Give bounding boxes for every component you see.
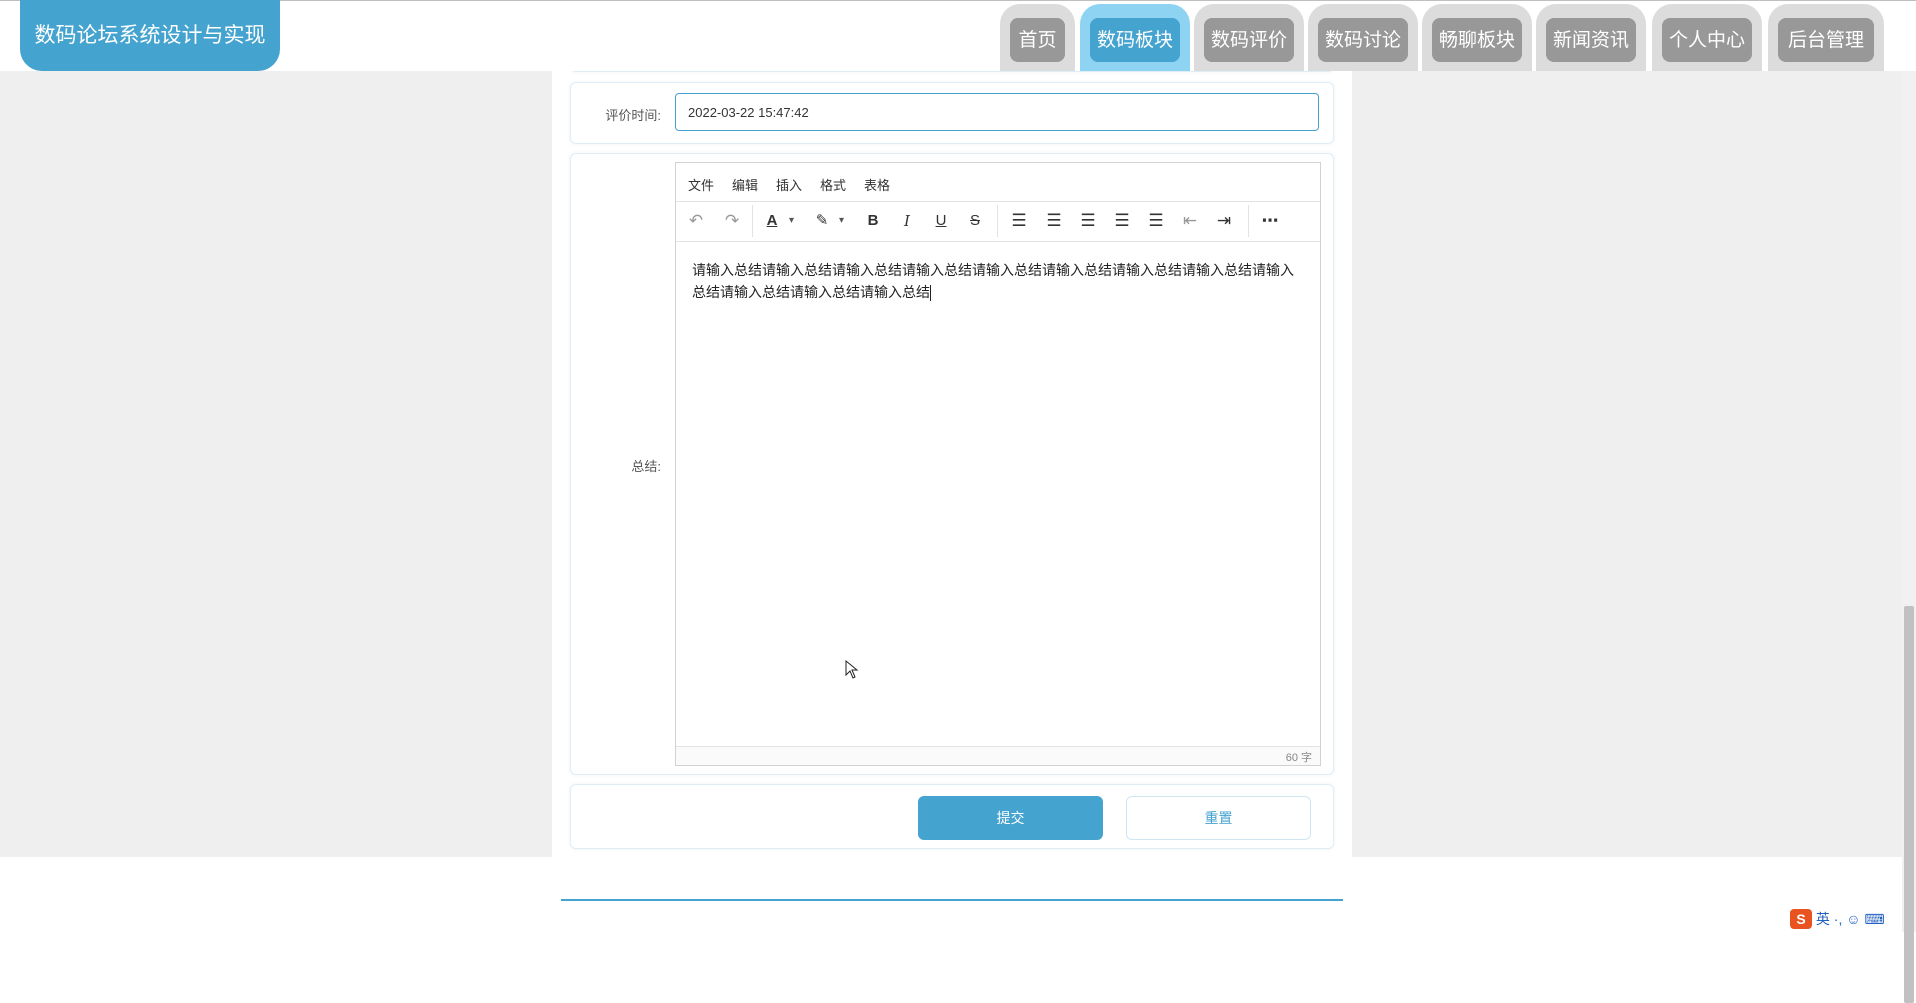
nav-home[interactable]: 首页 (1000, 4, 1075, 71)
chevron-down-icon[interactable]: ▾ (789, 209, 794, 233)
review-time-input[interactable]: 2022-03-22 15:47:42 (675, 93, 1319, 131)
nav-personal-center[interactable]: 个人中心 (1652, 4, 1762, 71)
toolbar-divider (1248, 205, 1249, 237)
italic-icon[interactable]: I (895, 209, 919, 233)
editor-content-area[interactable]: 请输入总结请输入总结请输入总结请输入总结请输入总结请输入总结请输入总结请输入总结… (692, 259, 1306, 303)
indent-icon[interactable]: ⇥ (1212, 209, 1236, 233)
nav-label: 数码评价 (1204, 18, 1294, 62)
footer-divider (561, 899, 1343, 901)
menu-edit[interactable]: 编辑 (732, 175, 758, 194)
align-left-icon[interactable]: ☰ (1042, 209, 1066, 233)
align-center-icon[interactable]: ☰ (1076, 209, 1100, 233)
nav-chat-board[interactable]: 畅聊板块 (1422, 4, 1532, 71)
ime-status: 英 ·, ☺ ⌨ (1815, 911, 1885, 927)
nav-label: 畅聊板块 (1432, 18, 1522, 62)
text-color-icon[interactable]: A (760, 209, 784, 233)
ime-indicator: S 英 ·, ☺ ⌨ (1790, 909, 1885, 931)
undo-icon[interactable]: ↶ (684, 209, 708, 233)
editor-statusbar: 60 字 (676, 746, 1320, 765)
top-border (0, 0, 1916, 1)
menu-format[interactable]: 格式 (820, 175, 846, 194)
summary-label: 总结: (631, 459, 661, 474)
redo-icon[interactable]: ↷ (720, 209, 744, 233)
underline-icon[interactable]: U (929, 209, 953, 233)
rich-text-editor: 文件 编辑 插入 格式 表格 ↶ ↷ A ▾ ✎ ▾ B I U S ☰ ☰ ☰… (675, 162, 1321, 766)
review-time-row: 评价时间: 2022-03-22 15:47:42 (570, 82, 1334, 144)
align-justify-icon[interactable]: ☰ (1144, 209, 1168, 233)
nav-label: 后台管理 (1778, 18, 1874, 62)
nav-digital-review[interactable]: 数码评价 (1194, 4, 1304, 71)
nav-digital-board[interactable]: 数码板块 (1080, 4, 1190, 71)
editor-content: 请输入总结请输入总结请输入总结请输入总结请输入总结请输入总结请输入总结请输入总结… (692, 262, 1294, 300)
review-time-label: 评价时间: (605, 108, 661, 123)
page-scrollbar[interactable] (1902, 71, 1916, 1003)
menu-table[interactable]: 表格 (864, 175, 890, 194)
form-actions: 提交 重置 (570, 784, 1334, 849)
menu-insert[interactable]: 插入 (776, 175, 802, 194)
nav-digital-discussion[interactable]: 数码讨论 (1308, 4, 1418, 71)
chevron-down-icon[interactable]: ▾ (839, 209, 844, 233)
word-count: 60 字 (1285, 752, 1312, 764)
strikethrough-icon[interactable]: S (963, 209, 987, 233)
submit-button[interactable]: 提交 (918, 796, 1103, 840)
line-height-icon[interactable]: ☰ (1007, 209, 1031, 233)
nav-label: 个人中心 (1662, 18, 1752, 62)
reset-button[interactable]: 重置 (1126, 796, 1311, 840)
nav-admin[interactable]: 后台管理 (1768, 4, 1884, 71)
sogou-logo-icon: S (1790, 909, 1812, 929)
nav-label: 新闻资讯 (1546, 18, 1636, 62)
text-cursor (930, 285, 931, 302)
summary-row: 总结: 文件 编辑 插入 格式 表格 ↶ ↷ A ▾ ✎ ▾ B I U S ☰… (570, 153, 1334, 775)
more-icon[interactable]: ⋯ (1258, 209, 1282, 233)
nav-news[interactable]: 新闻资讯 (1536, 4, 1646, 71)
align-right-icon[interactable]: ☰ (1110, 209, 1134, 233)
highlight-icon[interactable]: ✎ (810, 209, 834, 233)
toolbar-divider (997, 205, 998, 237)
nav-label: 数码讨论 (1318, 18, 1408, 62)
editor-toolbar: ↶ ↷ A ▾ ✎ ▾ B I U S ☰ ☰ ☰ ☰ ☰ ⇤ ⇥ ⋯ (676, 201, 1320, 242)
outdent-icon[interactable]: ⇤ (1178, 209, 1202, 233)
editor-menubar: 文件 编辑 插入 格式 表格 (676, 163, 1320, 202)
top-navbar: 数码论坛系统设计与实现 首页 数码板块 数码评价 数码讨论 畅聊板块 新闻资讯 … (0, 0, 1916, 71)
toolbar-divider (752, 205, 753, 237)
site-title: 数码论坛系统设计与实现 (20, 0, 280, 71)
scrollbar-thumb[interactable] (1904, 606, 1914, 1003)
bold-icon[interactable]: B (861, 209, 885, 233)
nav-label: 数码板块 (1090, 18, 1180, 62)
nav-label: 首页 (1010, 18, 1065, 62)
mouse-cursor-icon (845, 660, 859, 679)
menu-file[interactable]: 文件 (688, 175, 714, 194)
